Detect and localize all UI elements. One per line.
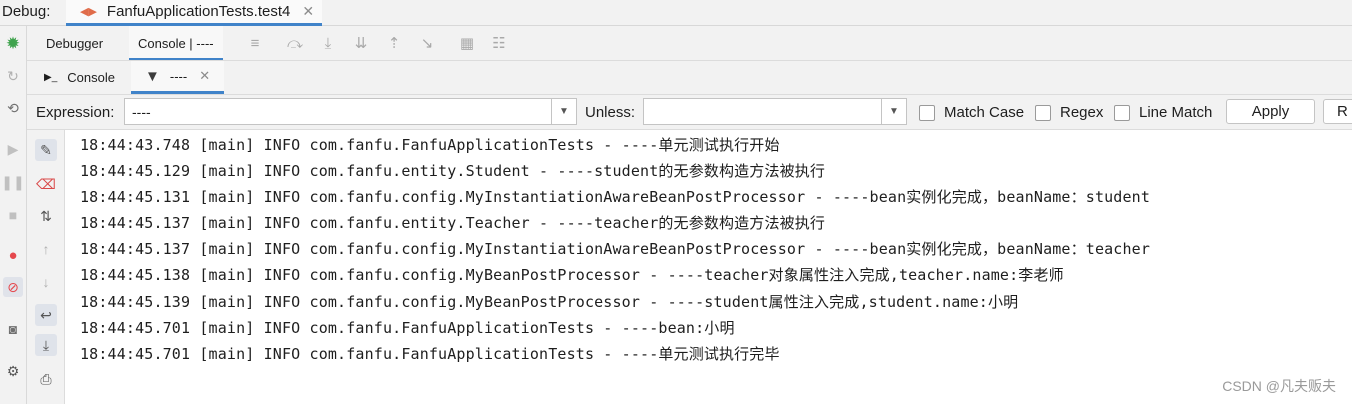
console-output[interactable]: 18:44:43.748 [main] INFO com.fanfu.Fanfu… [65,130,1352,404]
step-out-icon[interactable]: ⇡ [385,34,403,52]
expression-combobox[interactable]: ---- ▼ [124,98,577,125]
debug-title-bar: Debug: ◀▶ FanfuApplicationTests.test4 ✕ [0,0,1352,26]
log-line: 18:44:45.138 [main] INFO com.fanfu.confi… [80,266,1064,284]
tab-console-output[interactable]: ▶_ Console [44,61,115,94]
line-match-label: Line Match [1139,104,1213,121]
clear-icon[interactable]: ⌫ [35,173,57,195]
console-icon: ▶_ [44,72,58,83]
tab-debugger[interactable]: Debugger [37,26,112,60]
close-filter-icon[interactable]: ✕ [199,68,210,84]
up-arrow-icon[interactable]: ↑ [35,238,57,260]
show-execution-point-icon[interactable]: ⤼ [286,34,304,52]
scroll-to-end-icon[interactable]: ⤓ [35,334,57,356]
soft-wrap-icon[interactable]: ↩ [35,304,57,326]
log-line: 18:44:43.748 [main] INFO com.fanfu.Fanfu… [80,136,780,154]
unless-combobox[interactable]: ▼ [643,98,907,125]
menu-icon[interactable]: ≡ [246,34,264,52]
bug-icon[interactable]: ✹ [3,34,23,54]
tab-filter[interactable]: ▼ ---- ✕ [131,61,225,94]
print-icon[interactable]: ⎙ [35,368,57,390]
grep-filter-bar: Expression: ---- ▼ Unless: ▼ Match Case … [27,95,1352,130]
log-line: 18:44:45.701 [main] INFO com.fanfu.Fanfu… [80,319,735,337]
expression-label: Expression: [36,104,115,121]
run-tab-label: FanfuApplicationTests.test4 [106,3,291,20]
stop-icon[interactable]: ■ [3,205,23,225]
pause-icon[interactable]: ❚❚ [1,172,24,192]
mute-breakpoints-icon[interactable]: ⊘ [3,277,23,297]
expression-input[interactable]: ---- [132,104,151,120]
match-case-checkbox[interactable] [919,105,935,121]
console-action-gutter: ✎ ⌫ ⇅ ↑ ↓ ↩ ⤓ ⎙ [27,130,65,404]
run-configuration-tab[interactable]: ◀▶ FanfuApplicationTests.test4 ✕ [66,0,323,26]
log-line: 18:44:45.129 [main] INFO com.fanfu.entit… [80,162,826,180]
debug-label: Debug: [2,3,51,20]
console-subtab-label: Console [67,70,115,85]
regex-checkbox[interactable] [1035,105,1051,121]
match-case-label: Match Case [944,104,1025,121]
pin-icon[interactable]: ✎ [35,139,57,161]
sort-icon[interactable]: ⇅ [35,205,57,227]
console-subtabs: ▶_ Console ▼ ---- ✕ [27,61,1352,95]
log-line: 18:44:45.131 [main] INFO com.fanfu.confi… [80,188,1151,206]
evaluate-icon[interactable]: ▦ [458,34,476,52]
step-over-icon[interactable]: ⤓ [319,34,337,52]
chevron-down-icon[interactable]: ▼ [881,99,906,124]
line-match-checkbox[interactable] [1114,105,1130,121]
log-line: 18:44:45.139 [main] INFO com.fanfu.confi… [80,293,1019,311]
camera-icon[interactable]: ◙ [3,319,23,339]
unless-label: Unless: [585,104,636,121]
down-arrow-icon[interactable]: ↓ [35,271,57,293]
filter-subtab-label: ---- [169,68,188,84]
chevron-down-icon[interactable]: ▼ [551,99,576,124]
resume-icon[interactable]: ▶ [3,139,23,159]
filter-icon: ▼ [145,67,160,85]
run-config-icon: ◀▶ [80,6,97,18]
run-to-cursor-icon[interactable]: ↘ [418,34,436,52]
breakpoints-icon[interactable]: ● [3,245,23,265]
trace-icon[interactable]: ☷ [490,34,508,52]
reset-button[interactable]: R [1323,99,1352,124]
regex-label: Regex [1060,104,1104,121]
debug-actions-sidebar: ✹ ↻ ⟲ ▶ ❚❚ ■ ● ⊘ ◙ ⚙ [0,26,27,404]
settings-icon[interactable]: ⚙ [3,361,23,381]
log-line: 18:44:45.137 [main] INFO com.fanfu.confi… [80,240,1151,258]
log-line: 18:44:45.701 [main] INFO com.fanfu.Fanfu… [80,345,780,363]
step-into-icon[interactable]: ⇊ [352,34,370,52]
log-line: 18:44:45.137 [main] INFO com.fanfu.entit… [80,214,826,232]
resume-rerun-icon[interactable]: ↻ [3,66,23,86]
debugger-toolbar: Debugger Console | ---- ≡ ⤼ ⤓ ⇊ ⇡ ↘ ▦ ☷ [27,26,1352,61]
watermark: CSDN @凡夫贩夫 [1222,378,1336,394]
restart-icon[interactable]: ⟲ [3,98,23,118]
tab-console[interactable]: Console | ---- [129,26,223,60]
close-tab-icon[interactable]: ✕ [302,3,314,20]
apply-button[interactable]: Apply [1226,99,1315,124]
